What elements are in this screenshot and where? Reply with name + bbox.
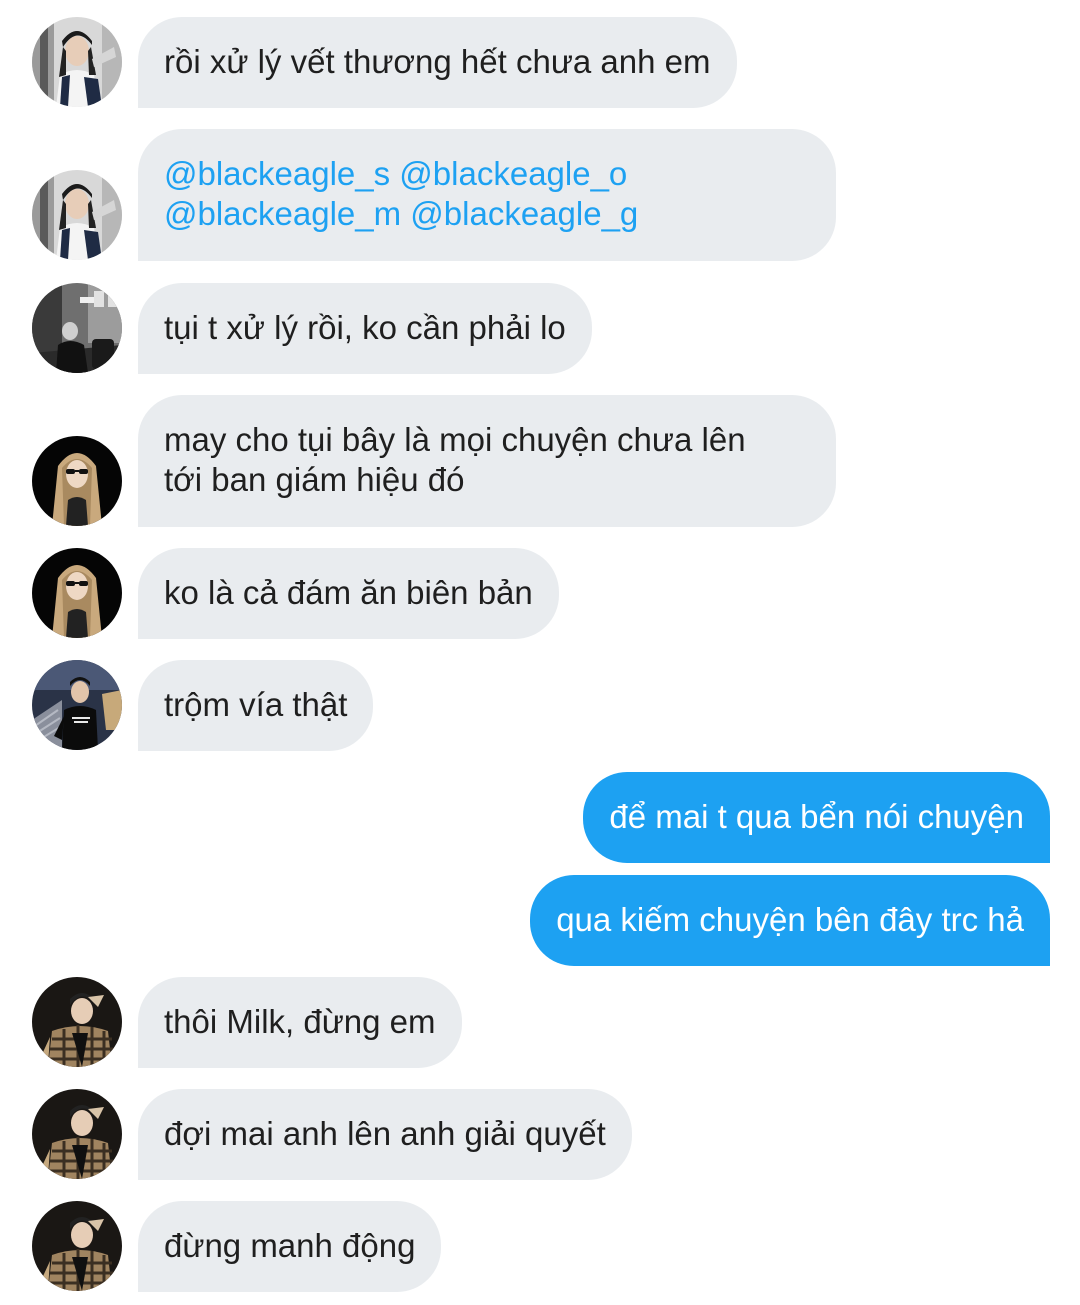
incoming-message-bubble[interactable]: rồi xử lý vết thương hết chưa anh em — [138, 17, 737, 108]
message-text-line: tới ban giám hiệu đó — [164, 461, 465, 498]
outgoing-message-bubble[interactable]: để mai t qua bển nói chuyện — [583, 772, 1050, 863]
outgoing-message-bubble[interactable]: qua kiếm chuyện bên đây trc hả — [530, 875, 1050, 966]
sender-avatar[interactable] — [32, 1201, 122, 1291]
incoming-message-bubble[interactable]: thôi Milk, đừng em — [138, 977, 462, 1068]
sender-avatar[interactable] — [32, 170, 122, 260]
incoming-message-bubble[interactable]: tụi t xử lý rồi, ko cần phải lo — [138, 283, 592, 374]
message-text: rồi xử lý vết thương hết chưa anh em — [164, 43, 711, 80]
sender-avatar[interactable] — [32, 977, 122, 1067]
message-thread: rồi xử lý vết thương hết chưa anh em @bl… — [0, 0, 1080, 1305]
message-text: đợi mai anh lên anh giải quyết — [164, 1115, 606, 1152]
message-text: thôi Milk, đừng em — [164, 1003, 436, 1040]
sender-avatar[interactable] — [32, 283, 122, 373]
mention-link[interactable]: @blackeagle_s @blackeagle_o — [164, 154, 810, 194]
message-text: trộm vía thật — [164, 686, 348, 723]
incoming-message-bubble[interactable]: đừng manh động — [138, 1201, 442, 1292]
sender-avatar[interactable] — [32, 548, 122, 638]
message-text: qua kiếm chuyện bên đây trc hả — [556, 901, 1024, 938]
mention-link[interactable]: @blackeagle_m @blackeagle_g — [164, 194, 810, 234]
message-text-line: may cho tụi bây là mọi chuyện chưa lên — [164, 421, 746, 458]
sender-avatar[interactable] — [32, 436, 122, 526]
message-text: tụi t xử lý rồi, ko cần phải lo — [164, 309, 566, 346]
incoming-message-bubble[interactable]: đợi mai anh lên anh giải quyết — [138, 1089, 632, 1180]
sender-avatar[interactable] — [32, 1089, 122, 1179]
incoming-message-bubble[interactable]: @blackeagle_s @blackeagle_o @blackeagle_… — [138, 129, 836, 261]
incoming-message-bubble[interactable]: trộm vía thật — [138, 660, 374, 751]
sender-avatar[interactable] — [32, 660, 122, 750]
sender-avatar[interactable] — [32, 17, 122, 107]
incoming-message-bubble[interactable]: ko là cả đám ăn biên bản — [138, 548, 559, 639]
message-text: đừng manh động — [164, 1227, 416, 1264]
incoming-message-bubble[interactable]: may cho tụi bây là mọi chuyện chưa lên t… — [138, 395, 836, 527]
message-text: để mai t qua bển nói chuyện — [609, 798, 1024, 835]
message-text: ko là cả đám ăn biên bản — [164, 574, 533, 611]
